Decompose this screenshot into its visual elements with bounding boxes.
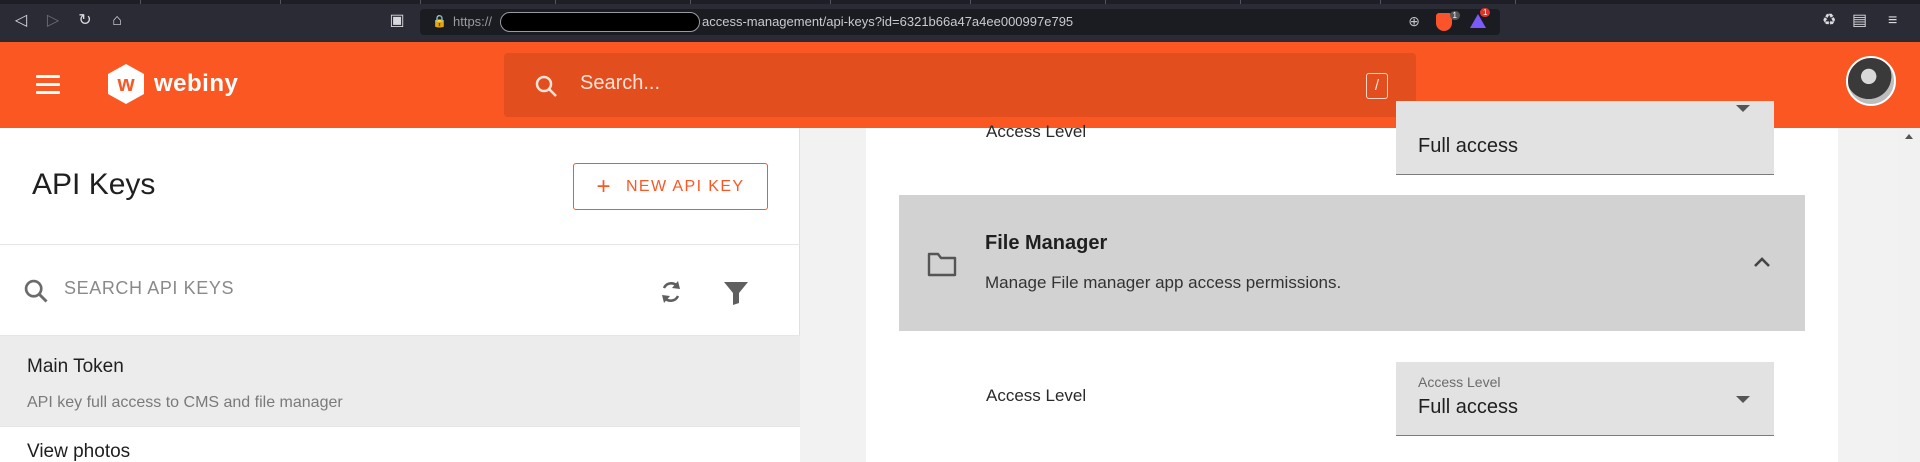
webiny-logo[interactable]: w webiny <box>106 64 238 104</box>
tab-separator <box>280 0 281 4</box>
tab-separator <box>555 0 556 4</box>
plus-icon: + <box>596 172 612 200</box>
api-key-description: API key full access to CMS and file mana… <box>27 394 343 411</box>
search-shortcut-key: / <box>1366 73 1388 99</box>
tab-strip[interactable] <box>0 0 1920 4</box>
browser-menu-icon[interactable]: ≡ <box>1888 12 1897 30</box>
page-title: API Keys <box>32 168 156 201</box>
api-key-name: View photos <box>27 441 131 462</box>
access-level-label: Access Level <box>986 386 1087 405</box>
list-item[interactable]: View photos <box>0 427 800 462</box>
dropdown-caret-icon <box>1736 105 1750 112</box>
tab-separator <box>1515 0 1516 4</box>
tab-separator <box>140 0 141 4</box>
user-avatar[interactable] <box>1846 56 1896 106</box>
wallet-icon[interactable]: ▤ <box>1852 12 1867 30</box>
list-item[interactable]: Main Token API key full access to CMS an… <box>0 336 800 426</box>
access-level-select[interactable]: Access Level Full access <box>1396 362 1774 436</box>
access-level-value: Full access <box>1418 396 1519 418</box>
access-level-value: Full access <box>1418 135 1519 157</box>
chevron-up-icon[interactable] <box>1753 255 1771 269</box>
permissions-card: Access Level Full access File Manager Ma… <box>866 101 1838 462</box>
list-search-bar: SEARCH API KEYS <box>0 245 800 335</box>
tab-separator <box>1105 0 1106 4</box>
folder-icon <box>927 252 957 277</box>
rewards-count: 1 <box>1480 8 1491 17</box>
zoom-icon[interactable]: ⊕ <box>1408 13 1420 30</box>
home-icon[interactable]: ⌂ <box>108 12 126 30</box>
access-level-row: Access Level Access Level Full access <box>899 331 1805 462</box>
access-level-row: Access Level Full access <box>899 101 1805 195</box>
redacted-host <box>500 12 700 32</box>
scroll-up-arrow-icon[interactable] <box>1905 134 1913 139</box>
new-api-key-label: NEW API KEY <box>625 177 745 195</box>
logo-mark: w <box>108 64 144 104</box>
page-scrollbar[interactable] <box>1898 128 1920 462</box>
select-floating-label: Access Level <box>1418 374 1501 390</box>
lock-icon: 🔒 <box>432 14 447 28</box>
tab-separator <box>420 0 421 4</box>
bookmark-icon[interactable]: ▣ <box>388 12 406 30</box>
shield-count: 1 <box>1449 11 1460 20</box>
access-level-label: Access Level <box>986 122 1087 141</box>
tab-separator <box>690 0 691 4</box>
browser-chrome: ◁ ▷ ↻ ⌂ ▣ 🔒 https:// access-management/a… <box>0 0 1920 42</box>
back-icon[interactable]: ◁ <box>12 12 30 30</box>
dropdown-caret-icon <box>1736 396 1750 403</box>
tab-separator <box>970 0 971 4</box>
tab-separator <box>1240 0 1241 4</box>
address-bar[interactable]: 🔒 https:// access-management/api-keys?id… <box>420 8 1500 35</box>
search-api-keys-input[interactable]: SEARCH API KEYS <box>64 278 234 299</box>
search-placeholder: Search... <box>580 72 661 94</box>
section-title: File Manager <box>985 232 1108 254</box>
logo-text: webiny <box>154 70 239 97</box>
reload-icon[interactable]: ↻ <box>76 12 94 30</box>
search-icon <box>24 279 48 303</box>
forward-icon[interactable]: ▷ <box>44 12 62 30</box>
brave-shield-icon[interactable]: 1 <box>1436 11 1460 31</box>
api-key-name: Main Token <box>27 356 124 377</box>
new-api-key-button[interactable]: + NEW API KEY <box>573 163 768 210</box>
url-path: access-management/api-keys?id=6321b66a47… <box>702 14 1074 29</box>
api-key-detail-panel: Access Level Full access File Manager Ma… <box>800 101 1898 462</box>
tab-separator <box>1380 0 1381 4</box>
access-level-select[interactable]: Full access <box>1396 101 1774 175</box>
filter-icon[interactable] <box>722 280 750 306</box>
extensions-icon[interactable]: ♻ <box>1822 12 1836 30</box>
global-search-input[interactable]: Search... / <box>504 53 1416 117</box>
hamburger-menu-icon[interactable] <box>36 75 60 95</box>
tab-separator <box>830 0 831 4</box>
section-description: Manage File manager app access permissio… <box>985 273 1342 292</box>
file-manager-section-header[interactable]: File Manager Manage File manager app acc… <box>899 195 1805 331</box>
brave-rewards-icon[interactable]: 1 <box>1470 8 1491 28</box>
url-protocol: https:// <box>453 14 493 29</box>
search-icon <box>535 75 557 97</box>
api-keys-list-panel: API Keys + NEW API KEY SEARCH API KEYS M… <box>0 128 800 462</box>
refresh-icon[interactable] <box>656 277 686 307</box>
